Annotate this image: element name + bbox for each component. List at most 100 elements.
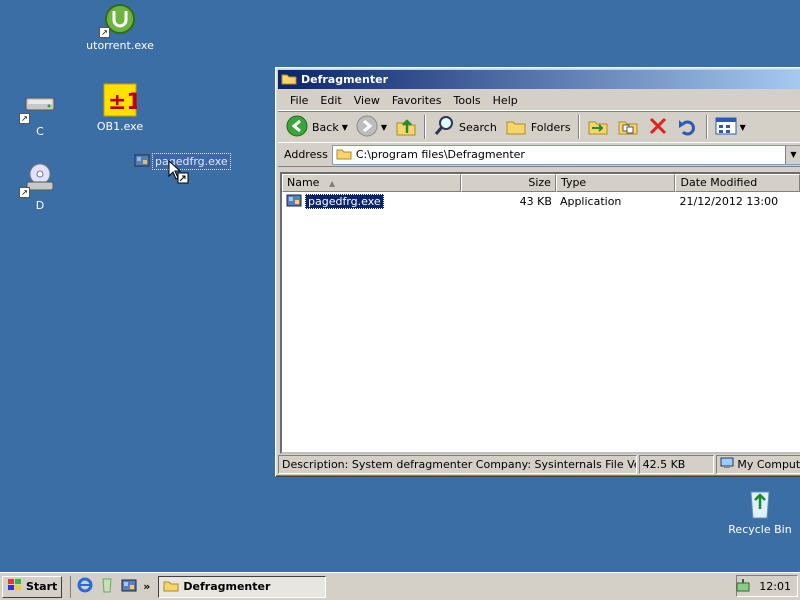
start-button[interactable]: Start [2, 575, 63, 598]
status-zone: My Computer [716, 455, 800, 474]
computer-icon [720, 457, 734, 472]
desktop-icon-label: OB1.exe [96, 120, 144, 133]
file-row[interactable]: pagedfrg.exe 43 KB Application 21/12/201… [282, 192, 800, 210]
system-tray: 12:01 [736, 575, 798, 597]
address-label: Address [284, 148, 328, 161]
desktop-icon-recycle-bin[interactable]: Recycle Bin [722, 486, 798, 536]
status-description: Description: System defragmenter Company… [278, 455, 637, 474]
menu-edit[interactable]: Edit [314, 92, 347, 109]
address-value: C:\program files\Defragmenter [355, 148, 525, 161]
overflow-chevron[interactable]: » [143, 580, 150, 593]
menu-view[interactable]: View [348, 92, 386, 109]
desktop-icon-c-drive[interactable]: ↗ C [2, 88, 78, 138]
ob1-icon: ±1 [103, 83, 142, 117]
toolbar-separator [577, 115, 580, 139]
up-folder-icon [395, 115, 417, 140]
folder-icon [281, 72, 297, 88]
column-header-size[interactable]: Size [461, 174, 556, 192]
toolbar-separator [705, 115, 708, 139]
file-list[interactable]: Name ▲ Size Type Date Modified pagedfrg.… [280, 172, 800, 454]
windows-logo-icon [7, 578, 23, 595]
status-bar: Description: System defragmenter Company… [278, 455, 800, 475]
toolbar: Back ▼ ▼ Search Folders ▼ [278, 111, 800, 143]
chevron-down-icon[interactable]: ▼ [740, 123, 746, 132]
folders-button[interactable]: Folders [501, 114, 575, 140]
application-icon[interactable] [121, 577, 137, 596]
menu-file[interactable]: File [284, 92, 314, 109]
menu-bar: File Edit View Favorites Tools Help [278, 91, 800, 111]
drag-ghost-label: pagedfrg.exe [152, 153, 231, 170]
copy-to-icon [617, 116, 639, 139]
address-input[interactable]: C:\program files\Defragmenter ▼ [331, 144, 800, 165]
explorer-window[interactable]: Defragmenter File Edit View Favorites To… [275, 67, 800, 477]
desktop-icon-utorrent[interactable]: ↗ utorrent.exe [82, 2, 158, 52]
application-icon [286, 192, 302, 211]
shortcut-arrow-icon: ↗ [99, 27, 110, 38]
folder-icon [336, 147, 352, 163]
recycle-bin-icon [743, 486, 777, 520]
chevron-down-icon[interactable]: ▼ [342, 123, 348, 132]
window-title: Defragmenter [301, 73, 388, 86]
start-label: Start [26, 580, 58, 593]
shortcut-arrow-icon: ↗ [19, 113, 30, 124]
utorrent-icon: ↗ [99, 2, 137, 38]
column-header-name[interactable]: Name ▲ [282, 174, 462, 192]
undo-icon [677, 116, 699, 139]
folders-label: Folders [530, 120, 571, 134]
search-icon [433, 115, 455, 140]
svg-text:±1: ±1 [108, 90, 137, 115]
taskbar-button-defragmenter[interactable]: Defragmenter [158, 575, 327, 598]
folder-icon [163, 579, 179, 595]
back-button[interactable]: Back ▼ [282, 114, 352, 140]
file-name-cell: pagedfrg.exe [282, 192, 461, 211]
toolbar-separator [424, 115, 427, 139]
desktop-icon-ob1[interactable]: ±1 OB1.exe [82, 83, 158, 133]
views-button[interactable]: ▼ [711, 114, 750, 140]
status-size: 42.5 KB [638, 455, 715, 474]
delete-button[interactable] [643, 114, 673, 140]
column-header-type[interactable]: Type [555, 174, 676, 192]
back-label: Back [312, 120, 339, 134]
mouse-cursor-icon [168, 159, 190, 187]
forward-button[interactable]: ▼ [352, 114, 391, 140]
address-bar: Address C:\program files\Defragmenter ▼ [278, 143, 800, 167]
desktop-icon-label: Recycle Bin [728, 523, 792, 536]
clock[interactable]: 12:01 [759, 580, 791, 593]
quick-launch: » [70, 575, 150, 598]
copy-to-button[interactable] [613, 114, 643, 140]
chevron-down-icon[interactable]: ▼ [785, 145, 800, 164]
hard-drive-icon: ↗ [19, 88, 57, 124]
desktop-icon-label: utorrent.exe [86, 39, 154, 52]
sort-arrow-icon: ▲ [328, 179, 336, 188]
menu-tools[interactable]: Tools [448, 92, 487, 109]
safely-remove-hardware-icon[interactable] [735, 577, 751, 596]
move-to-button[interactable] [583, 114, 613, 140]
back-arrow-icon [286, 115, 308, 140]
shortcut-arrow-icon: ↗ [19, 187, 30, 198]
delete-icon [647, 116, 669, 139]
column-headers: Name ▲ Size Type Date Modified [282, 174, 800, 192]
file-size: 43 KB [519, 194, 552, 208]
desktop-icon-d-drive[interactable]: ↗ D [2, 162, 78, 212]
internet-explorer-icon[interactable] [77, 577, 93, 596]
undo-button[interactable] [673, 114, 703, 140]
views-icon [715, 117, 737, 138]
recycle-icon[interactable] [99, 577, 115, 596]
search-button[interactable]: Search [429, 114, 501, 140]
column-header-date-modified[interactable]: Date Modified [675, 174, 800, 192]
column-header-label: Name [287, 176, 320, 189]
up-folder-button[interactable] [391, 114, 421, 140]
menu-favorites[interactable]: Favorites [386, 92, 448, 109]
file-date-modified: 21/12/2012 13:00 [679, 194, 779, 208]
application-icon [134, 152, 150, 171]
file-type: Application [559, 194, 622, 208]
status-zone-label: My Computer [737, 458, 800, 471]
menu-help[interactable]: Help [487, 92, 524, 109]
desktop-icon-label: C [36, 125, 44, 138]
forward-arrow-icon [356, 115, 378, 140]
cd-drive-icon: ↗ [19, 162, 57, 198]
window-titlebar[interactable]: Defragmenter [278, 70, 800, 89]
chevron-down-icon[interactable]: ▼ [381, 123, 387, 132]
file-name: pagedfrg.exe [305, 193, 384, 209]
folders-icon [505, 116, 527, 139]
